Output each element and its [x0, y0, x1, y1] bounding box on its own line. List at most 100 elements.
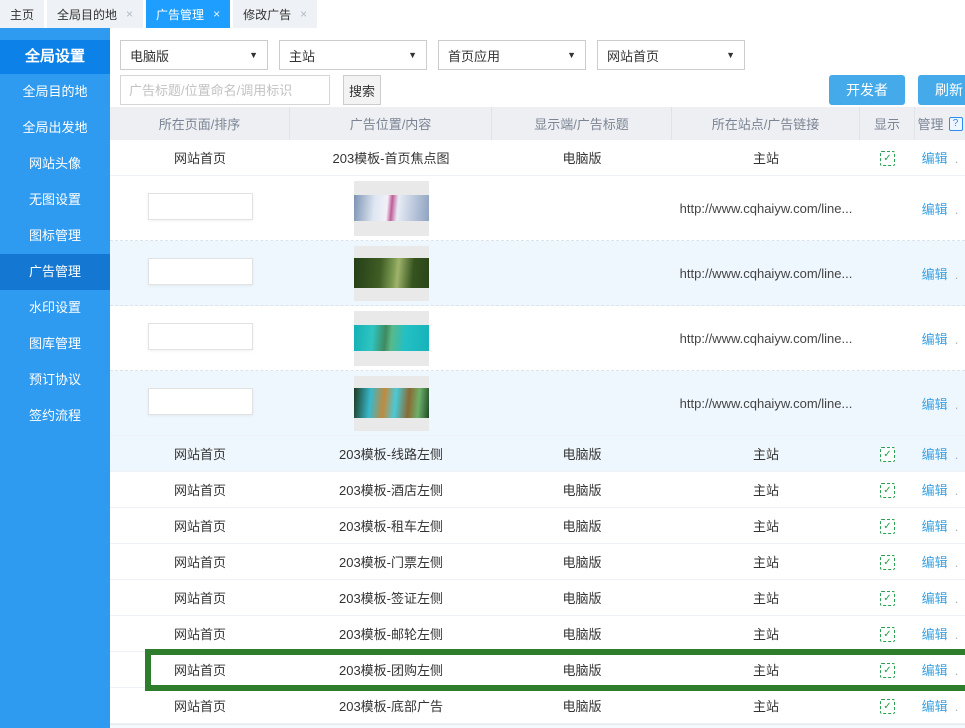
position-cell: 203模板-租车左侧: [290, 516, 492, 535]
sidebar-item-site-avatar[interactable]: 网站头像: [0, 146, 110, 182]
tab-global-destination[interactable]: 全局目的地×: [47, 0, 143, 28]
edit-link[interactable]: 编辑: [922, 627, 948, 642]
sidebar-item-gallery-management[interactable]: 图库管理: [0, 326, 110, 362]
chevron-down-icon: ▼: [567, 50, 576, 60]
sidebar-item-booking-agreement[interactable]: 预订协议: [0, 362, 110, 398]
content-cell: [290, 376, 492, 431]
site-cell: 主站: [672, 480, 860, 499]
table-row: 网站首页203模板-签证左侧电脑版主站✓编辑.: [110, 580, 965, 616]
show-checkbox[interactable]: ✓: [880, 591, 895, 606]
tab-edit-ad[interactable]: 修改广告×: [233, 0, 317, 28]
content-cell: [290, 181, 492, 236]
refresh-button[interactable]: 刷新: [918, 75, 965, 105]
edit-link[interactable]: 编辑: [922, 267, 948, 282]
edit-link[interactable]: 编辑: [922, 151, 948, 166]
sort-input[interactable]: [148, 258, 253, 285]
ad-thumbnail[interactable]: [354, 311, 429, 366]
manage-more: .: [955, 591, 959, 606]
sidebar-item-icon-management[interactable]: 图标管理: [0, 218, 110, 254]
edit-link[interactable]: 编辑: [922, 519, 948, 534]
edit-link[interactable]: 编辑: [922, 332, 948, 347]
tab-home[interactable]: 主页: [0, 0, 44, 28]
ad-thumbnail[interactable]: [354, 246, 429, 301]
search-input[interactable]: [120, 75, 330, 105]
device-cell: 电脑版: [492, 552, 672, 571]
manage-more: .: [955, 332, 959, 347]
position-cell: 203模板-线路左侧: [290, 444, 492, 463]
manage-cell: 编辑.: [915, 624, 965, 643]
show-cell: ✓: [860, 481, 915, 498]
sort-input[interactable]: [148, 323, 253, 350]
show-checkbox[interactable]: ✓: [880, 699, 895, 714]
page-select[interactable]: 网站首页▼: [597, 40, 745, 70]
close-icon[interactable]: ×: [300, 8, 307, 20]
show-checkbox[interactable]: ✓: [880, 555, 895, 570]
column-header-label: 管理: [917, 114, 943, 133]
device-cell: 电脑版: [492, 148, 672, 167]
show-cell: ✓: [860, 553, 915, 570]
manage-cell: 编辑.: [915, 588, 965, 607]
manage-cell: 编辑.: [915, 329, 965, 348]
show-checkbox[interactable]: ✓: [880, 447, 895, 462]
manage-cell: 编辑.: [915, 148, 965, 167]
show-checkbox[interactable]: ✓: [880, 627, 895, 642]
show-checkbox[interactable]: ✓: [880, 151, 895, 166]
sidebar-item-no-image-settings[interactable]: 无图设置: [0, 182, 110, 218]
table-row: 网站首页203模板-首页焦点图电脑版主站✓编辑.: [110, 140, 965, 176]
edit-link[interactable]: 编辑: [922, 202, 948, 217]
column-header: 显示端/广告标题: [492, 107, 672, 140]
ad-thumbnail[interactable]: [354, 376, 429, 431]
edit-link[interactable]: 编辑: [922, 591, 948, 606]
page-cell: 网站首页: [110, 148, 290, 167]
sort-input[interactable]: [148, 388, 253, 415]
device-select[interactable]: 电脑版▼: [120, 40, 268, 70]
edit-link[interactable]: 编辑: [922, 397, 948, 412]
site-select-value: 主站: [289, 46, 315, 65]
tab-home-label: 主页: [10, 6, 34, 23]
app-select[interactable]: 首页应用▼: [438, 40, 586, 70]
table-row: http://www.cqhaiyw.com/line...编辑.: [110, 241, 965, 306]
manage-more: .: [955, 627, 959, 642]
search-button[interactable]: 搜索: [343, 75, 381, 105]
column-header-label: 所在站点/广告链接: [712, 114, 820, 133]
sidebar-item-signing-process[interactable]: 签约流程: [0, 398, 110, 434]
site-select[interactable]: 主站▼: [279, 40, 427, 70]
edit-link[interactable]: 编辑: [922, 555, 948, 570]
sidebar-item-global-destination[interactable]: 全局目的地: [0, 74, 110, 110]
edit-link[interactable]: 编辑: [922, 483, 948, 498]
content-cell: [290, 246, 492, 301]
ad-link-cell: http://www.cqhaiyw.com/line...: [672, 396, 860, 411]
edit-link[interactable]: 编辑: [922, 447, 948, 462]
edit-link[interactable]: 编辑: [922, 699, 948, 714]
table-row: 网站首页203模板-邮轮左侧电脑版主站✓编辑.: [110, 616, 965, 652]
column-header-label: 显示端/广告标题: [534, 114, 629, 133]
edit-link[interactable]: 编辑: [922, 663, 948, 678]
sidebar-item-global-departure[interactable]: 全局出发地: [0, 110, 110, 146]
site-cell: 主站: [672, 516, 860, 535]
table-row: 网站首页203模板-门票左侧电脑版主站✓编辑.: [110, 544, 965, 580]
close-icon[interactable]: ×: [213, 8, 220, 20]
manage-more: .: [955, 267, 959, 282]
developer-button[interactable]: 开发者: [829, 75, 905, 105]
position-cell: 203模板-门票左侧: [290, 552, 492, 571]
manage-more: .: [955, 663, 959, 678]
sort-input[interactable]: [148, 193, 253, 220]
sort-cell: [110, 388, 290, 418]
table-row: 网站首页203模板-团购左侧电脑版主站✓编辑.: [110, 652, 965, 688]
table-row: http://www.cqhaiyw.com/line...编辑.: [110, 371, 965, 436]
help-icon[interactable]: ?: [949, 117, 963, 131]
ad-thumbnail[interactable]: [354, 181, 429, 236]
show-checkbox[interactable]: ✓: [880, 483, 895, 498]
close-icon[interactable]: ×: [126, 8, 133, 20]
site-cell: 主站: [672, 660, 860, 679]
sidebar-item-ad-management[interactable]: 广告管理: [0, 254, 110, 290]
content-cell: [290, 311, 492, 366]
device-select-value: 电脑版: [130, 46, 169, 65]
show-checkbox[interactable]: ✓: [880, 519, 895, 534]
tab-ad-management-label: 广告管理: [156, 6, 204, 23]
manage-more: .: [955, 151, 959, 166]
show-checkbox[interactable]: ✓: [880, 663, 895, 678]
tab-ad-management[interactable]: 广告管理 ×: [146, 0, 230, 28]
main-panel: 电脑版▼主站▼首页应用▼网站首页▼ 搜索 开发者 刷新 所在页面/排序广告位置/…: [110, 28, 965, 728]
sidebar-item-watermark-settings[interactable]: 水印设置: [0, 290, 110, 326]
